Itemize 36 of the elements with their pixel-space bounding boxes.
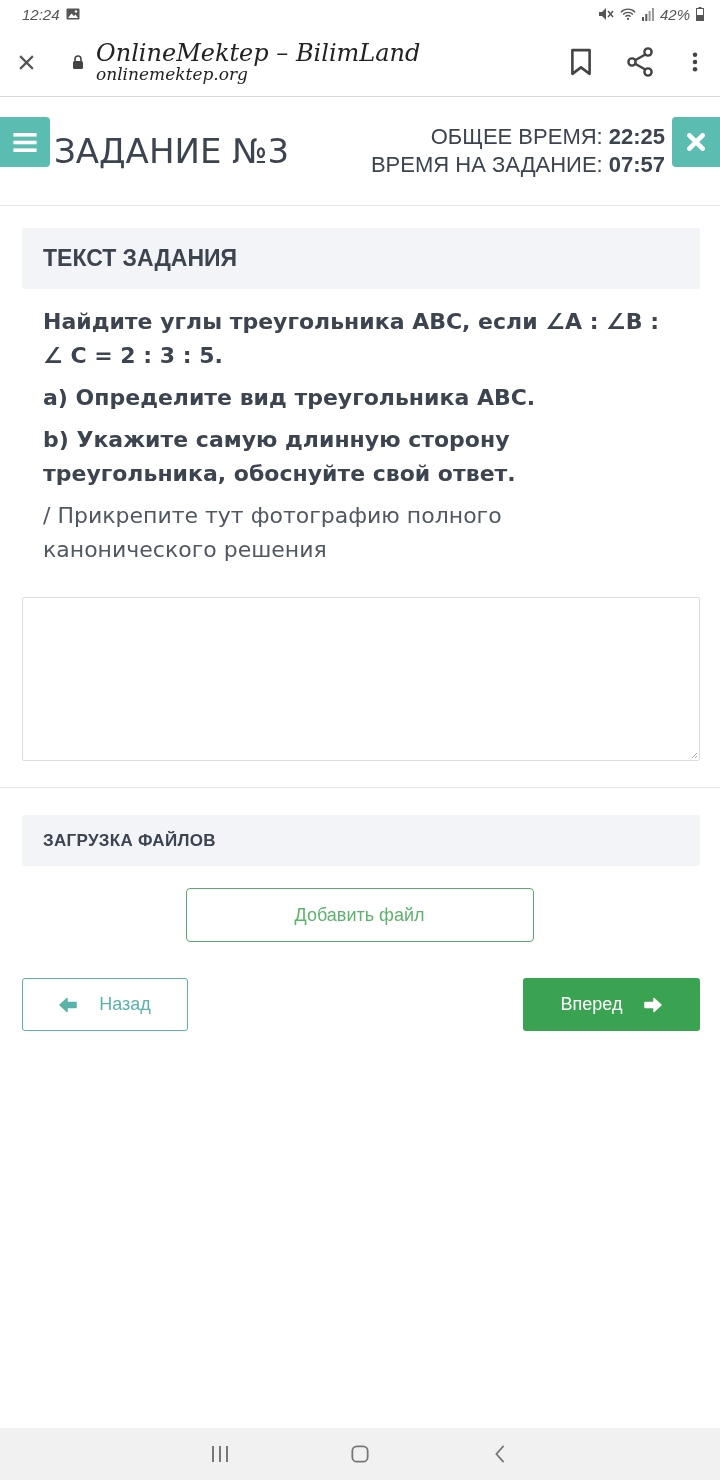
question-text: a) Определите вид треугольника ABC. — [43, 384, 537, 412]
instruction-text: / Прикрепите тут фотографию полного канонического решения — [43, 502, 503, 564]
page-url[interactable]: onlinemektep.org — [96, 66, 570, 83]
next-button[interactable]: Вперед — [523, 978, 700, 1031]
section-title: ТЕКСТ ЗАДАНИЯ — [43, 245, 238, 272]
recent-apps-icon[interactable] — [211, 1445, 229, 1463]
wifi-icon — [619, 7, 636, 21]
arrow-right-icon — [644, 996, 663, 1013]
menu-icon — [13, 132, 37, 152]
menu-button[interactable] — [0, 117, 50, 167]
question-text: b) Укажите самую длинную сторону треугольника, обоснуйте свой ответ. — [43, 426, 517, 488]
timer-label: ВРЕМЯ НА ЗАДАНИЕ: — [370, 151, 603, 179]
back-button[interactable]: Назад — [22, 978, 188, 1031]
home-icon[interactable] — [351, 1445, 369, 1463]
question-text: Найдите углы треугольника ABC, если ∠A : ∠B : ∠ C = 2 : 3 : 5. — [43, 308, 661, 370]
page-title: OnlineMektep – BilimLand — [96, 41, 422, 65]
arrow-left-icon — [59, 996, 78, 1013]
battery-icon — [696, 7, 704, 21]
bookmark-icon[interactable] — [570, 48, 592, 76]
mute-icon — [597, 7, 614, 21]
add-file-button[interactable]: Добавить файл — [185, 888, 534, 942]
close-button[interactable] — [672, 117, 720, 167]
timer-label: ОБЩЕЕ ВРЕМЯ: — [430, 123, 603, 151]
signal-icon — [641, 7, 654, 21]
task-title: ЗАДАНИЕ №3 — [54, 131, 291, 171]
resize-handle-icon[interactable] — [691, 752, 698, 759]
more-options-icon[interactable] — [692, 52, 698, 72]
lock-icon — [72, 55, 84, 69]
close-icon — [687, 133, 705, 151]
status-time: 12:24 — [22, 5, 60, 23]
share-icon[interactable] — [626, 47, 654, 77]
timer-value: 22:25 — [608, 123, 665, 151]
section-title: ЗАГРУЗКА ФАЙЛОВ — [43, 830, 216, 851]
image-icon — [65, 8, 80, 20]
battery-percent: 42% — [659, 5, 690, 23]
timer-value: 07:57 — [608, 151, 665, 179]
